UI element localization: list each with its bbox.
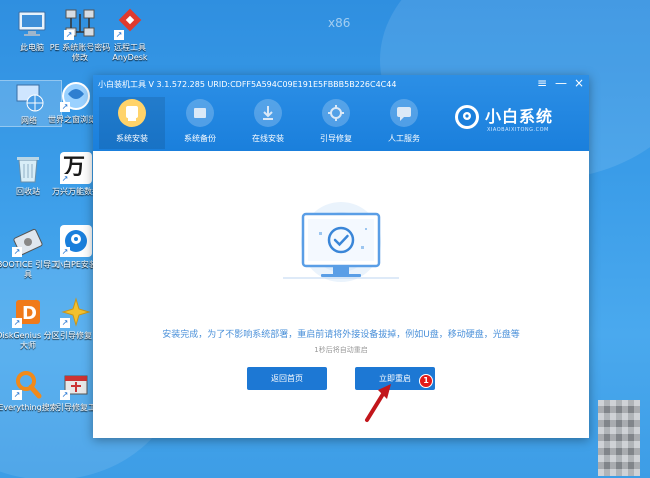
minimize-button[interactable]: — [555,76,567,90]
shortcut-arrow-icon: ↗ [12,390,22,400]
browser-icon: ↗ [60,80,92,112]
boot-repair-tool-icon: ↗ [60,368,92,400]
desktop: x86 此电脑 ↗ PE 系统账号密码修改 ↗ 远程工具 AnyDesk 网络 … [0,0,650,478]
shortcut-arrow-icon: ↗ [64,30,74,40]
boot-repair-icon: ↗ [60,296,92,328]
everything-icon: ↗ [12,368,44,400]
system-backup-icon [186,99,214,127]
watermark-label: x86 [328,16,351,30]
tab-boot-repair[interactable]: 引导修复 [303,97,369,149]
close-button[interactable]: × [574,76,584,90]
shortcut-arrow-icon: ↗ [60,390,70,400]
step-badge: 1 [419,374,433,388]
install-complete-message: 安装完成，为了不影响系统部署，重启前请将外接设备拔掉，例如U盘，移动硬盘，光盘等 [162,330,520,340]
xiaobai-logo-icon [455,105,479,129]
tab-chat-service[interactable]: 人工服务 [371,97,437,149]
back-to-home-button[interactable]: 返回首页 [247,367,327,390]
window-title: 小白装机工具 V 3.1.572.285 URID:CDFF5A594C09E1… [98,80,397,89]
window-header: 小白装机工具 V 3.1.572.285 URID:CDFF5A594C09E1… [93,75,589,151]
diskgenius-icon: D ↗ [12,296,44,328]
computer-icon [16,8,48,40]
wanxing-icon: 万 ↗ [60,152,92,184]
installer-window: 小白装机工具 V 3.1.572.285 URID:CDFF5A594C09E1… [93,75,589,438]
recycle-bin-icon [12,152,44,184]
shortcut-arrow-icon: ↗ [12,247,22,257]
menu-button[interactable]: ≡ [537,76,547,90]
shortcut-arrow-icon: ↗ [60,318,70,328]
desktop-icon-anydesk[interactable]: ↗ 远程工具 AnyDesk [98,8,162,63]
network-globe-icon [13,81,45,113]
brand-title: 小白系统 [485,107,554,126]
pixelated-region [598,400,640,476]
auto-restart-countdown: 1秒后将自动重启 [314,346,368,354]
tab-online-install[interactable]: 在线安装 [235,97,301,149]
svg-text:D: D [22,303,37,324]
shortcut-arrow-icon: ↗ [60,247,70,257]
network-icon: ↗ [64,8,96,40]
bootice-icon: ↗ [12,225,44,257]
boot-repair-icon [322,99,350,127]
shortcut-arrow-icon: ↗ [114,30,124,40]
shortcut-arrow-icon: ↗ [60,174,70,184]
tab-system-backup[interactable]: 系统备份 [167,97,233,149]
system-install-icon [118,99,146,127]
install-complete-illustration [281,202,403,302]
online-install-icon [254,99,282,127]
tab-system-install[interactable]: 系统安装 [99,97,165,149]
chat-service-icon [390,99,418,127]
brand-subtitle: XIAOBAIXITONG.COM [487,127,549,133]
xiaobai-pe-icon: ↗ [60,225,92,257]
anydesk-icon: ↗ [114,8,146,40]
brand-logo: 小白系统 XIAOBAIXITONG.COM [455,101,575,141]
shortcut-arrow-icon: ↗ [60,102,70,112]
pointer-arrow-icon [361,380,401,424]
shortcut-arrow-icon: ↗ [12,318,22,328]
